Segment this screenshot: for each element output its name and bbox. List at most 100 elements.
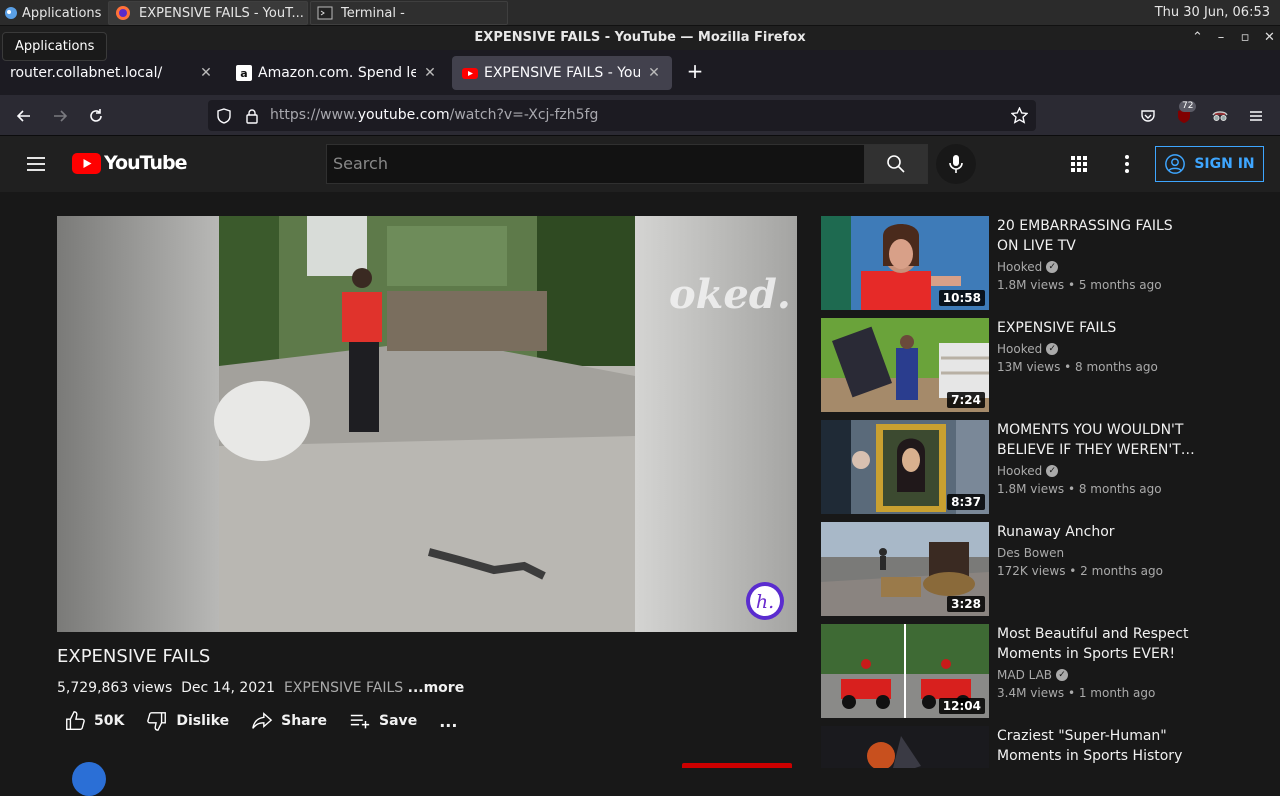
bookmark-star-icon[interactable] [1011, 107, 1028, 124]
taskbar-item-firefox[interactable]: EXPENSIVE FAILS - YouT... [108, 1, 308, 25]
window-close-icon[interactable]: ✕ [1264, 26, 1275, 50]
video-duration: 7:24 [947, 392, 985, 408]
video-thumbnail[interactable]: 7:24 [821, 318, 989, 412]
video-title[interactable]: 20 EMBARRASSING FAILS ON LIVE TV [997, 216, 1197, 256]
verified-check-icon: ✓ [1056, 669, 1069, 681]
search-button[interactable] [864, 144, 928, 184]
terminal-icon [317, 6, 333, 20]
window-restore-icon[interactable]: ▫ [1240, 26, 1250, 50]
window-maximize-up-icon[interactable]: ⌃ [1192, 26, 1203, 50]
sign-in-button[interactable]: SIGN IN [1155, 146, 1264, 182]
channel-name: Hooked [997, 464, 1043, 478]
reload-button[interactable] [83, 103, 109, 129]
url-bar[interactable]: https://www.youtube.com/watch?v=-Xcj-fzh… [208, 100, 1036, 131]
search-icon [887, 155, 905, 173]
lock-icon[interactable] [244, 108, 260, 124]
close-icon[interactable]: ✕ [422, 65, 438, 81]
amazon-icon: a [236, 65, 252, 81]
thumbnail-image [821, 726, 989, 768]
guide-menu-button[interactable] [24, 152, 48, 180]
save-label: Save [379, 713, 418, 729]
taskbar-item-label: EXPENSIVE FAILS - YouT... [139, 5, 304, 21]
channel-name-row[interactable]: Hooked ✓ [997, 260, 1197, 274]
youtube-logo[interactable]: YouTube [72, 152, 187, 174]
voice-search-button[interactable] [936, 144, 976, 184]
video-stats: 3.4M views • 1 month ago [997, 686, 1156, 700]
video-player[interactable]: oked. h. [57, 216, 797, 632]
video-duration: 8:37 [947, 494, 985, 510]
search-input[interactable]: Search [326, 144, 865, 184]
channel-name: Des Bowen [997, 546, 1065, 560]
tab-youtube[interactable]: EXPENSIVE FAILS - YouTu ✕ [452, 56, 672, 90]
account-circle-icon [1165, 154, 1186, 174]
channel-name-row[interactable]: MAD LAB ✓ [997, 668, 1197, 682]
channel-avatar[interactable] [72, 762, 106, 796]
video-title: EXPENSIVE FAILS [57, 646, 211, 667]
tab-label: EXPENSIVE FAILS - YouTu [484, 65, 640, 81]
settings-button[interactable] [1115, 152, 1139, 180]
video-duration: 10:58 [938, 290, 985, 306]
video-title[interactable]: Most Beautiful and Respect Moments in Sp… [997, 624, 1197, 664]
list-item[interactable]: 8:37 MOMENTS YOU WOULDN'T BELIEVE IF THE… [821, 420, 1201, 514]
shield-icon[interactable] [216, 108, 232, 124]
pocket-icon [1141, 110, 1155, 122]
applications-menu[interactable]: Applications [0, 0, 101, 26]
svg-text:a: a [240, 67, 247, 80]
list-item[interactable]: 7:24 EXPENSIVE FAILS Hooked ✓ 13M views •… [821, 318, 1201, 412]
window-minimize-icon[interactable]: – [1216, 26, 1226, 50]
like-button[interactable]: 50K [64, 710, 124, 732]
subscribe-button[interactable] [682, 763, 792, 768]
video-frame: oked. h. [57, 216, 797, 632]
tab-amazon[interactable]: a Amazon.com. Spend less ✕ [226, 56, 448, 90]
video-thumbnail[interactable]: 8:37 [821, 420, 989, 514]
clock[interactable]: Thu 30 Jun, 06:53 [1155, 0, 1270, 26]
share-button[interactable]: Share [251, 710, 327, 732]
taskbar-item-terminal[interactable]: Terminal - [310, 1, 508, 25]
url-text[interactable]: https://www.youtube.com/watch?v=-Xcj-fzh… [270, 100, 598, 131]
back-button[interactable] [11, 103, 37, 129]
more-actions-button[interactable]: ... [439, 712, 457, 731]
list-item[interactable]: 12:04 Most Beautiful and Respect Moments… [821, 624, 1201, 718]
extension-button[interactable] [1207, 103, 1233, 129]
forward-button[interactable] [47, 103, 73, 129]
video-duration: 12:04 [938, 698, 985, 714]
list-item[interactable]: 10:58 20 EMBARRASSING FAILS ON LIVE TV H… [821, 216, 1201, 310]
video-title[interactable]: MOMENTS YOU WOULDN'T BELIEVE IF THEY WER… [997, 420, 1197, 460]
more-link[interactable]: ...more [408, 680, 465, 696]
channel-name-row[interactable]: Hooked ✓ [997, 464, 1197, 478]
os-taskbar: Applications EXPENSIVE FAILS - YouT... T… [0, 0, 1280, 26]
dislike-button[interactable]: Dislike [146, 710, 229, 732]
video-stats: 1.8M views • 8 months ago [997, 482, 1162, 496]
apps-button[interactable] [1067, 152, 1091, 180]
list-item[interactable]: 3:28 Runaway Anchor Des Bowen 172K views… [821, 522, 1201, 616]
save-button[interactable]: Save [349, 710, 417, 732]
video-thumbnail[interactable]: 12:04 [821, 624, 989, 718]
video-thumbnail[interactable] [821, 726, 989, 768]
app-menu-button[interactable] [1243, 103, 1269, 129]
video-title[interactable]: EXPENSIVE FAILS [997, 318, 1197, 338]
list-item[interactable]: Craziest "Super-Human" Moments in Sports… [821, 726, 1201, 768]
video-thumbnail[interactable]: 10:58 [821, 216, 989, 310]
video-meta[interactable]: 5,729,863 views Dec 14, 2021 EXPENSIVE F… [57, 680, 464, 696]
channel-name-row[interactable]: Des Bowen [997, 546, 1197, 560]
view-count: 5,729,863 views [57, 680, 173, 696]
new-tab-button[interactable]: + [684, 60, 706, 82]
verified-check-icon: ✓ [1046, 465, 1059, 477]
channel-name-row[interactable]: Hooked ✓ [997, 342, 1197, 356]
pocket-button[interactable] [1135, 103, 1161, 129]
close-icon[interactable]: ✕ [646, 65, 662, 81]
url-path: /watch?v=-Xcj-fzh5fg [449, 107, 599, 123]
channel-name: MAD LAB [997, 668, 1053, 682]
youtube-header: YouTube Search SIGN IN [0, 136, 1280, 192]
taskbar-item-label: Terminal - [341, 5, 405, 21]
window-titlebar: EXPENSIVE FAILS - YouTube — Mozilla Fire… [0, 26, 1280, 50]
close-icon[interactable]: ✕ [198, 65, 214, 81]
video-title[interactable]: Runaway Anchor [997, 522, 1197, 542]
video-thumbnail[interactable]: 3:28 [821, 522, 989, 616]
tab-router[interactable]: router.collabnet.local/ ✕ [0, 56, 224, 90]
video-title[interactable]: Craziest "Super-Human" Moments in Sports… [997, 726, 1197, 766]
channel-name: Hooked [997, 342, 1043, 356]
reload-icon [90, 109, 102, 122]
channel-badge-text: h. [756, 591, 774, 613]
sign-in-label: SIGN IN [1194, 156, 1255, 172]
